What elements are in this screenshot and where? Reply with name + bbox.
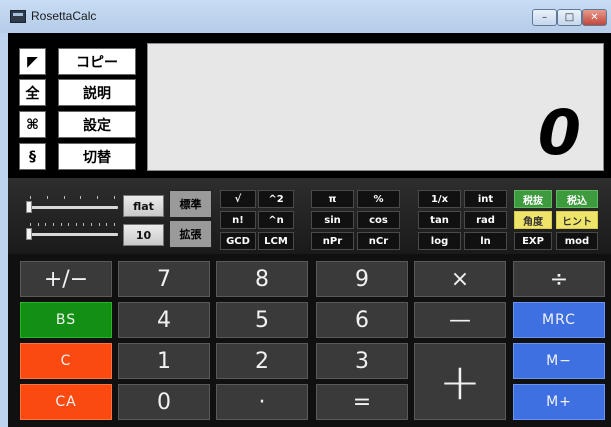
slider-tick bbox=[80, 196, 82, 199]
factorial-button[interactable]: n! bbox=[220, 211, 256, 229]
slider-tick bbox=[75, 223, 77, 226]
command-icon[interactable]: ⌘ bbox=[19, 111, 46, 138]
digit-8-button[interactable]: 8 bbox=[216, 261, 308, 297]
tax-excluded-button[interactable]: 税抜 bbox=[514, 190, 552, 208]
digits-slider[interactable] bbox=[26, 221, 118, 241]
hint-button[interactable]: ヒント bbox=[556, 211, 598, 229]
sqrt-button[interactable]: √ bbox=[220, 190, 256, 208]
mod-button[interactable]: mod bbox=[556, 232, 598, 250]
slider-tick bbox=[106, 223, 108, 226]
app-icon bbox=[10, 10, 26, 23]
slider-tick bbox=[98, 223, 100, 226]
pi-button[interactable]: π bbox=[311, 190, 354, 208]
cos-button[interactable]: cos bbox=[357, 211, 400, 229]
slider-tick bbox=[30, 196, 31, 199]
slider-tick bbox=[60, 223, 62, 226]
slider-tick bbox=[52, 223, 54, 226]
tan-button[interactable]: tan bbox=[418, 211, 461, 229]
format-flat-button[interactable]: flat bbox=[123, 195, 164, 217]
rad-button[interactable]: rad bbox=[464, 211, 507, 229]
slider-tick bbox=[68, 223, 70, 226]
slider-tick bbox=[114, 196, 115, 199]
angle-button[interactable]: 角度 bbox=[514, 211, 552, 229]
slider-tick bbox=[83, 223, 85, 226]
sign-toggle-button[interactable]: +/− bbox=[20, 261, 112, 297]
slider-thumb[interactable] bbox=[26, 228, 32, 240]
int-button[interactable]: int bbox=[464, 190, 507, 208]
plus-button[interactable]: + bbox=[414, 343, 506, 420]
gcd-button[interactable]: GCD bbox=[220, 232, 256, 250]
standard-mode-button[interactable]: 標準 bbox=[169, 190, 212, 218]
digit-3-button[interactable]: 3 bbox=[316, 343, 408, 379]
clear-all-button[interactable]: CA bbox=[20, 384, 112, 420]
ncr-button[interactable]: nCr bbox=[357, 232, 400, 250]
top-section: ◤ コピー 全 説明 ⌘ 設定 § 切替 0 bbox=[8, 33, 611, 178]
slider-tick bbox=[114, 223, 115, 226]
clear-button[interactable]: C bbox=[20, 343, 112, 379]
calculator-window: RosettaCalc – □ ✕ ◤ コピー 全 説明 ⌘ 設定 § 切替 0 bbox=[0, 0, 611, 427]
title-bar[interactable]: RosettaCalc – □ ✕ bbox=[0, 0, 611, 33]
digit-0-button[interactable]: 0 bbox=[118, 384, 210, 420]
memory-plus-button[interactable]: M+ bbox=[513, 384, 605, 420]
result-display: 0 bbox=[147, 43, 604, 171]
digit-2-button[interactable]: 2 bbox=[216, 343, 308, 379]
digit-9-button[interactable]: 9 bbox=[316, 261, 408, 297]
slider-track bbox=[26, 206, 118, 209]
slider-tick bbox=[46, 196, 48, 199]
exp-button[interactable]: EXP bbox=[514, 232, 552, 250]
digit-4-button[interactable]: 4 bbox=[118, 302, 210, 338]
minus-button[interactable]: — bbox=[414, 302, 506, 338]
slider-track bbox=[26, 233, 118, 236]
memory-recall-button[interactable]: MRC bbox=[513, 302, 605, 338]
digit-1-button[interactable]: 1 bbox=[118, 343, 210, 379]
lcm-button[interactable]: LCM bbox=[258, 232, 294, 250]
decimal-point-button[interactable]: · bbox=[216, 384, 308, 420]
digits-button[interactable]: 10 bbox=[123, 224, 164, 246]
help-button[interactable]: 説明 bbox=[58, 79, 136, 106]
backspace-button[interactable]: BS bbox=[20, 302, 112, 338]
settings-button[interactable]: 設定 bbox=[58, 111, 136, 138]
slider-tick bbox=[91, 223, 93, 226]
slider-tick bbox=[30, 223, 31, 226]
square-button[interactable]: ^2 bbox=[258, 190, 294, 208]
digit-5-button[interactable]: 5 bbox=[216, 302, 308, 338]
slider-thumb[interactable] bbox=[26, 201, 32, 213]
switch-button[interactable]: 切替 bbox=[58, 143, 136, 170]
section-icon[interactable]: § bbox=[19, 143, 46, 170]
slider-tick bbox=[45, 223, 47, 226]
digit-7-button[interactable]: 7 bbox=[118, 261, 210, 297]
reciprocal-button[interactable]: 1/x bbox=[418, 190, 461, 208]
extended-mode-button[interactable]: 拡張 bbox=[169, 220, 212, 248]
divide-button[interactable]: ÷ bbox=[513, 261, 605, 297]
calculator-body: ◤ コピー 全 説明 ⌘ 設定 § 切替 0 flat 10 標準 拡張 √ ^… bbox=[8, 33, 611, 427]
minimize-button[interactable]: – bbox=[532, 9, 557, 26]
slider-tick bbox=[63, 196, 65, 199]
slider-tick bbox=[97, 196, 99, 199]
sin-button[interactable]: sin bbox=[311, 211, 354, 229]
display-value: 0 bbox=[537, 96, 581, 169]
percent-button[interactable]: % bbox=[357, 190, 400, 208]
maximize-button[interactable]: □ bbox=[557, 9, 582, 26]
select-all-icon[interactable]: 全 bbox=[19, 79, 46, 106]
digit-6-button[interactable]: 6 bbox=[316, 302, 408, 338]
copy-button[interactable]: コピー bbox=[58, 48, 136, 75]
close-button[interactable]: ✕ bbox=[582, 9, 607, 26]
power-button[interactable]: ^n bbox=[258, 211, 294, 229]
tax-included-button[interactable]: 税込 bbox=[556, 190, 598, 208]
window-title: RosettaCalc bbox=[31, 9, 97, 23]
equals-button[interactable]: = bbox=[316, 384, 408, 420]
precision-slider[interactable] bbox=[26, 194, 118, 214]
slider-tick bbox=[37, 223, 39, 226]
multiply-button[interactable]: × bbox=[414, 261, 506, 297]
function-panel: flat 10 標準 拡張 √ ^2 π % 1/x int n! ^n sin… bbox=[8, 178, 611, 254]
npr-button[interactable]: nPr bbox=[311, 232, 354, 250]
slider-ticks bbox=[30, 196, 115, 199]
corner-icon[interactable]: ◤ bbox=[19, 48, 46, 75]
ln-button[interactable]: ln bbox=[464, 232, 507, 250]
memory-minus-button[interactable]: M− bbox=[513, 343, 605, 379]
log-button[interactable]: log bbox=[418, 232, 461, 250]
slider-ticks bbox=[30, 223, 115, 226]
